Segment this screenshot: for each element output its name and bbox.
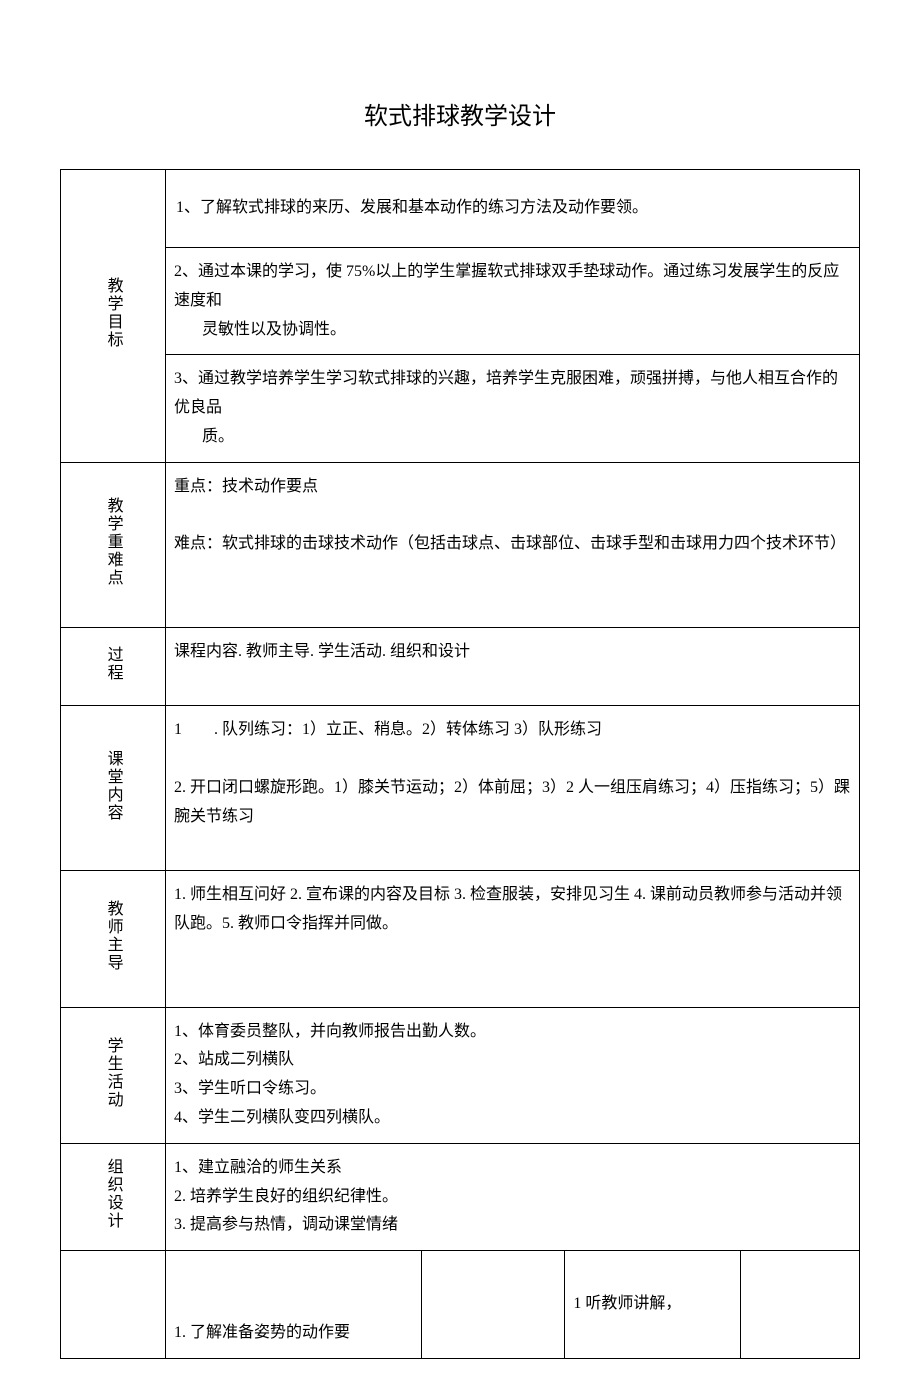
goal-text-3b: 质。 (174, 423, 851, 452)
org-text-2: 2. 培养学生良好的组织纪律性。 (174, 1183, 851, 1212)
table-row: 组织设计 1、建立融洽的师生关系 2. 培养学生良好的组织纪律性。 3. 提高参… (61, 1143, 860, 1250)
teacher-text: 1. 师生相互问好 2. 宣布课的内容及目标 3. 检查服装，安排见习生 4. … (174, 881, 851, 939)
classcontent-cell: 1 . 队列练习：1）立正、稍息。2）转体练习 3）队形练习 2. 开口闭口螺旋… (165, 706, 859, 871)
student-cell: 1、体育委员整队，并向教师报告出勤人数。 2、站成二列横队 3、学生听口令练习。… (165, 1007, 859, 1143)
row-label-teacher: 教师主导 (61, 871, 166, 1007)
goal-text-2b: 灵敏性以及协调性。 (174, 316, 851, 345)
org-cell: 1、建立融洽的师生关系 2. 培养学生良好的组织纪律性。 3. 提高参与热情，调… (165, 1143, 859, 1250)
bottom-cell-1: 1. 了解准备姿势的动作要 (165, 1251, 421, 1358)
table-row: 课堂内容 1 . 队列练习：1）立正、稍息。2）转体练习 3）队形练习 2. 开… (61, 706, 860, 871)
table-row: 3、通过教学培养学生学习软式排球的兴趣，培养学生克服困难，顽强拼搏，与他人相互合… (61, 355, 860, 462)
bottom-left-text: 1. 了解准备姿势的动作要 (174, 1319, 413, 1348)
bottom-cell-4 (741, 1251, 860, 1358)
goal-cell-1: 1、了解软式排球的来历、发展和基本动作的练习方法及动作要领。 (165, 170, 859, 248)
goal-text-2a: 2、通过本课的学习，使 75%以上的学生掌握软式排球双手垫球动作。通过练习发展学… (174, 263, 839, 309)
goal-text-3a: 3、通过教学培养学生学习软式排球的兴趣，培养学生克服困难，顽强拼搏，与他人相互合… (174, 370, 838, 416)
process-cell: 课程内容. 教师主导. 学生活动. 组织和设计 (165, 627, 859, 706)
table-row: 过程 课程内容. 教师主导. 学生活动. 组织和设计 (61, 627, 860, 706)
row-label-process: 过程 (61, 627, 166, 706)
bottom-right-text: 1 听教师讲解， (573, 1290, 732, 1319)
student-text-2: 2、站成二列横队 (174, 1046, 851, 1075)
bottom-cell-3: 1 听教师讲解， (565, 1251, 741, 1358)
lesson-plan-table: 教学目标 1、了解软式排球的来历、发展和基本动作的练习方法及动作要领。 2、通过… (60, 169, 860, 1358)
student-text-1: 1、体育委员整队，并向教师报告出勤人数。 (174, 1018, 851, 1047)
goal-cell-3: 3、通过教学培养学生学习软式排球的兴趣，培养学生克服困难，顽强拼搏，与他人相互合… (165, 355, 859, 462)
student-text-4: 4、学生二列横队变四列横队。 (174, 1104, 851, 1133)
row-label-bottom (61, 1251, 166, 1358)
row-label-keypoint: 教学重难点 (61, 462, 166, 627)
table-row: 2、通过本课的学习，使 75%以上的学生掌握软式排球双手垫球动作。通过练习发展学… (61, 248, 860, 355)
goal-text-1: 1、了解软式排球的来历、发展和基本动作的练习方法及动作要领。 (174, 194, 851, 223)
document-title: 软式排球教学设计 (60, 96, 860, 139)
row-label-org: 组织设计 (61, 1143, 166, 1250)
table-row: 教师主导 1. 师生相互问好 2. 宣布课的内容及目标 3. 检查服装，安排见习… (61, 871, 860, 1007)
keypoint-text-1: 重点：技术动作要点 (174, 473, 851, 502)
classcontent-text-2: 2. 开口闭口螺旋形跑。1）膝关节运动；2）体前屈；3）2 人一组压肩练习；4）… (174, 774, 851, 832)
org-text-1: 1、建立融洽的师生关系 (174, 1154, 851, 1183)
org-text-3: 3. 提高参与热情，调动课堂情绪 (174, 1211, 851, 1240)
row-label-goal: 教学目标 (61, 170, 166, 463)
classcontent-text-1: 1 . 队列练习：1）立正、稍息。2）转体练习 3）队形练习 (174, 716, 851, 745)
row-label-student: 学生活动 (61, 1007, 166, 1143)
bottom-cell-2 (421, 1251, 565, 1358)
goal-cell-2: 2、通过本课的学习，使 75%以上的学生掌握软式排球双手垫球动作。通过练习发展学… (165, 248, 859, 355)
process-text: 课程内容. 教师主导. 学生活动. 组织和设计 (174, 638, 851, 667)
table-row: 学生活动 1、体育委员整队，并向教师报告出勤人数。 2、站成二列横队 3、学生听… (61, 1007, 860, 1143)
table-row: 教学重难点 重点：技术动作要点 难点：软式排球的击球技术动作（包括击球点、击球部… (61, 462, 860, 627)
student-text-3: 3、学生听口令练习。 (174, 1075, 851, 1104)
table-row: 教学目标 1、了解软式排球的来历、发展和基本动作的练习方法及动作要领。 (61, 170, 860, 248)
keypoint-text-2: 难点：软式排球的击球技术动作（包括击球点、击球部位、击球手型和击球用力四个技术环… (174, 530, 851, 559)
keypoint-cell: 重点：技术动作要点 难点：软式排球的击球技术动作（包括击球点、击球部位、击球手型… (165, 462, 859, 627)
teacher-cell: 1. 师生相互问好 2. 宣布课的内容及目标 3. 检查服装，安排见习生 4. … (165, 871, 859, 1007)
row-label-classcontent: 课堂内容 (61, 706, 166, 871)
table-row: 1. 了解准备姿势的动作要 1 听教师讲解， (61, 1251, 860, 1358)
